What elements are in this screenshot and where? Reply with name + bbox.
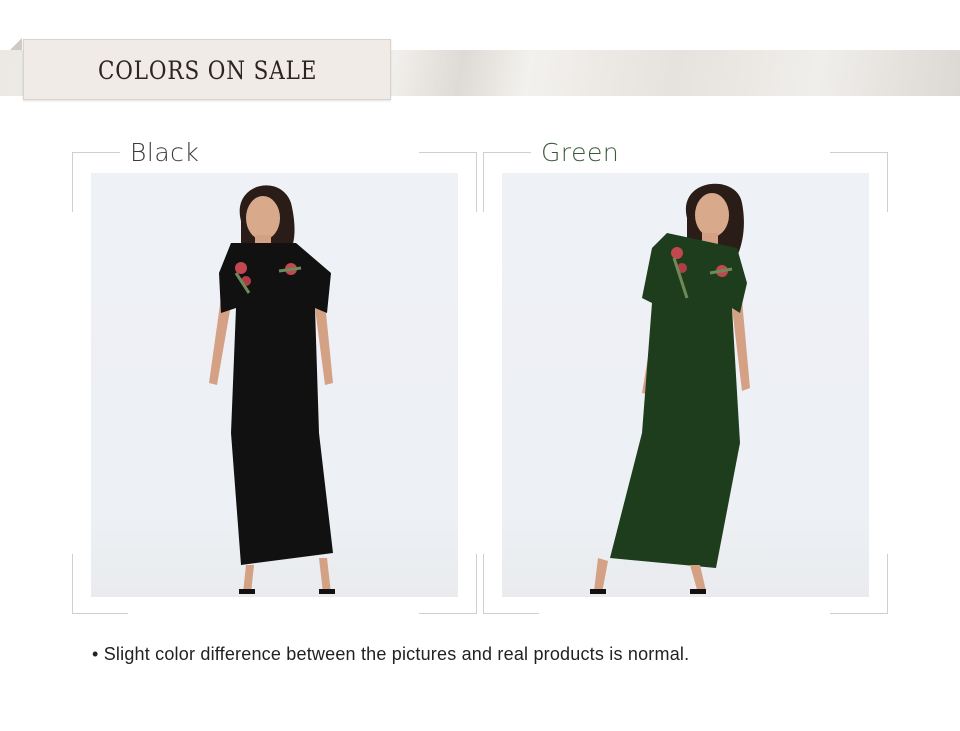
frame-corner <box>483 613 539 614</box>
frame-corner <box>72 152 120 153</box>
ribbon-fold <box>10 38 22 50</box>
model-figure-black <box>209 185 335 594</box>
frame-corner <box>476 554 477 614</box>
title-banner: COLORS ON SALE <box>23 39 391 100</box>
bullet: • <box>92 644 99 664</box>
frame-corner <box>72 152 73 212</box>
frame-corner <box>483 152 531 153</box>
frame-corner <box>72 613 128 614</box>
frame-corner <box>476 152 477 212</box>
color-label-green: Green <box>537 138 624 168</box>
model-figure-green <box>590 183 750 594</box>
frame-corner <box>887 554 888 614</box>
frame-corner <box>887 152 888 212</box>
disclaimer-note: • Slight color difference between the pi… <box>92 644 689 665</box>
frame-corner <box>830 613 888 614</box>
frame-corner <box>72 554 73 614</box>
frame-corner <box>483 152 484 212</box>
product-panel-black: Black <box>72 138 478 616</box>
product-panel-green: Green <box>483 138 889 616</box>
product-photo-green[interactable] <box>502 173 869 597</box>
disclaimer-text: Slight color difference between the pict… <box>103 644 690 664</box>
frame-corner <box>483 554 484 614</box>
color-label-black: Black <box>126 138 204 168</box>
product-photo-black[interactable] <box>91 173 458 597</box>
frame-corner <box>830 152 888 153</box>
frame-corner <box>419 613 477 614</box>
page-title: COLORS ON SALE <box>98 56 318 85</box>
frame-corner <box>419 152 477 153</box>
